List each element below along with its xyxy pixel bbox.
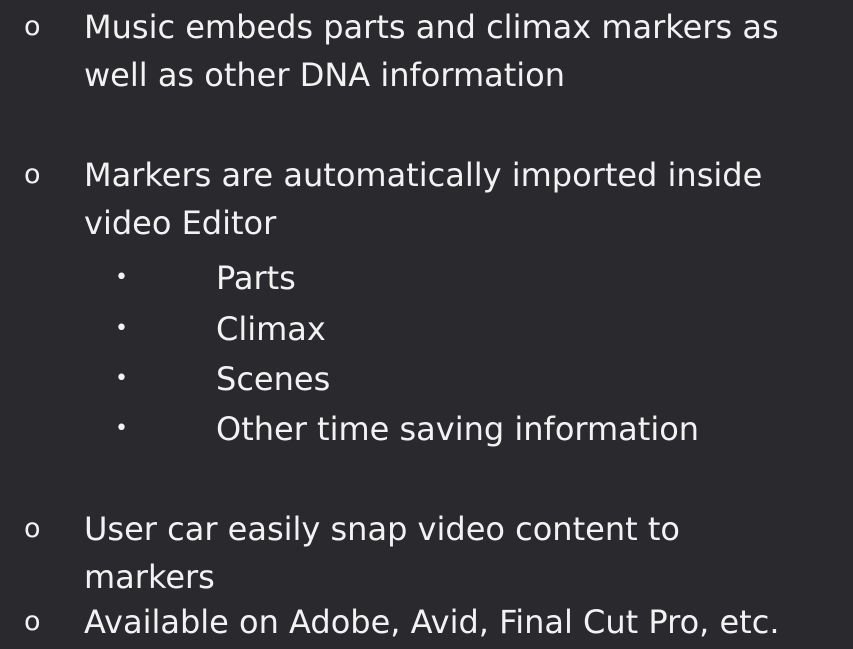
sub-item-label: Parts	[216, 259, 296, 297]
bullet-circle-icon: o	[24, 513, 41, 544]
bullet-item-3-line-1: User car easily snap video content to	[84, 510, 680, 548]
bullet-circle-icon: o	[24, 11, 41, 42]
sub-item-scenes: • Scenes	[0, 355, 853, 403]
bullet-item-2-line-2: video Editor	[84, 204, 277, 242]
bullet-item-2: o Markers are automatically imported ins…	[0, 151, 853, 247]
bullet-dot-icon: •	[115, 416, 128, 441]
bullet-circle-icon: o	[24, 606, 41, 637]
bullet-circle-icon: o	[24, 159, 41, 190]
bullet-item-2-line-1: Markers are automatically imported insid…	[84, 156, 763, 194]
sub-item-parts: • Parts	[0, 254, 853, 302]
sub-item-other: • Other time saving information	[0, 405, 853, 453]
slide: o Music embeds parts and climax markers …	[0, 0, 853, 649]
bullet-item-1-line-1: Music embeds parts and climax markers as	[84, 8, 779, 46]
bullet-item-1: o Music embeds parts and climax markers …	[0, 3, 853, 99]
bullet-item-3: o User car easily snap video content to …	[0, 505, 853, 601]
bullet-item-3-line-2: markers	[84, 558, 215, 596]
sub-item-climax: • Climax	[0, 305, 853, 353]
bullet-item-1-line-2: well as other DNA information	[84, 56, 566, 94]
bullet-dot-icon: •	[115, 366, 128, 391]
bullet-dot-icon: •	[115, 316, 128, 341]
bullet-item-4-line-1: Available on Adobe, Avid, Final Cut Pro,…	[84, 603, 780, 641]
sub-item-label: Other time saving information	[216, 410, 700, 448]
sub-item-label: Scenes	[216, 360, 331, 398]
bullet-item-4: o Available on Adobe, Avid, Final Cut Pr…	[0, 598, 853, 646]
sub-item-label: Climax	[216, 310, 326, 348]
bullet-dot-icon: •	[115, 265, 128, 290]
